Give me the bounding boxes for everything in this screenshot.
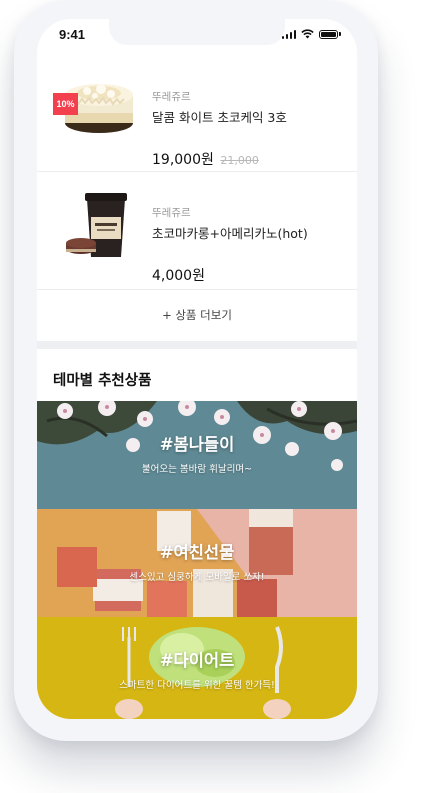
flower-illustration bbox=[37, 401, 357, 471]
product-price: 4,000원 bbox=[152, 268, 205, 284]
banner-title: #여친선물 bbox=[159, 543, 235, 562]
product-brand: 뚜레쥬르 bbox=[152, 207, 191, 219]
product-original-price: 21,000 bbox=[220, 154, 259, 167]
product-item[interactable]: 10% 뚜레쥬르 달콤 화이트 초코케익 3호 19,000원 21,000 bbox=[37, 53, 357, 172]
theme-banner-spring[interactable]: #봄나들이 불어오는 봄바람 휘날리며~ bbox=[37, 401, 357, 509]
battery-icon bbox=[319, 29, 338, 39]
phone-frame: 9:41 10% 뚜레쥬르 달콤 화이트 초코케익 3호 19,000원 21,… bbox=[14, 0, 378, 741]
product-item[interactable]: 뚜레쥬르 초코마카롱+아메리카노(hot) 4,000원 bbox=[37, 171, 357, 290]
cosmetics-illustration bbox=[57, 509, 357, 617]
product-price: 19,000원 bbox=[152, 152, 214, 168]
banner-title: #봄나들이 bbox=[159, 435, 235, 454]
status-icons bbox=[281, 29, 341, 39]
product-name: 초코마카롱+아메리카노(hot) bbox=[152, 226, 308, 241]
banner-subtitle: 불어오는 봄바람 휘날리며~ bbox=[141, 464, 253, 475]
phone-screen: 9:41 10% 뚜레쥬르 달콤 화이트 초코케익 3호 19,000원 21,… bbox=[37, 19, 357, 719]
wifi-icon bbox=[301, 29, 314, 39]
product-name: 달콤 화이트 초코케익 3호 bbox=[152, 110, 287, 125]
product-price-row: 19,000원 21,000 bbox=[152, 149, 259, 169]
coffee-macaron-image bbox=[66, 193, 127, 257]
phone-notch bbox=[109, 19, 285, 45]
section-title: 테마별 추천상품 bbox=[53, 373, 152, 389]
product-brand: 뚜레쥬르 bbox=[152, 91, 191, 103]
banner-subtitle: 스마트한 다이어트를 위한 꿀템 한가득! bbox=[119, 680, 275, 691]
theme-banner-gift[interactable]: #여친선물 센스있고 심쿵하게 모바일로 쏘자! bbox=[37, 509, 357, 617]
status-time: 9:41 bbox=[59, 27, 86, 42]
theme-banner-diet[interactable]: #다이어트 스마트한 다이어트를 위한 꿀템 한가득! bbox=[37, 617, 357, 719]
banner-title: #다이어트 bbox=[159, 651, 235, 670]
discount-badge: 10% bbox=[53, 93, 78, 115]
more-products-button[interactable]: + 상품 더보기 bbox=[37, 289, 357, 341]
section-divider bbox=[37, 341, 357, 349]
banner-subtitle: 센스있고 심쿵하게 모바일로 쏘자! bbox=[129, 572, 265, 583]
